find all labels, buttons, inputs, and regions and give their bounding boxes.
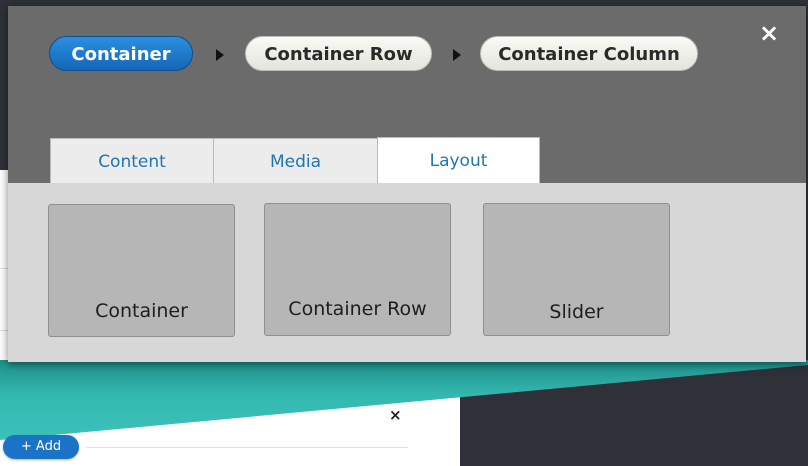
close-icon[interactable]: × bbox=[758, 21, 780, 45]
background-divider bbox=[86, 447, 408, 448]
tile-container[interactable]: Container bbox=[48, 204, 235, 337]
triangle-right-icon bbox=[216, 49, 224, 61]
element-picker-modal: Container Container Row Container Column… bbox=[8, 6, 806, 362]
breadcrumb-item-container-row[interactable]: Container Row bbox=[245, 36, 432, 71]
tile-label: Slider bbox=[549, 301, 604, 323]
add-button[interactable]: + Add bbox=[3, 435, 79, 459]
tile-slider[interactable]: Slider bbox=[483, 203, 670, 336]
breadcrumb-item-container[interactable]: Container bbox=[49, 36, 193, 71]
modal-body: Container Container Row Slider bbox=[8, 183, 806, 362]
tile-label: Container Row bbox=[288, 298, 427, 320]
tab-media[interactable]: Media bbox=[213, 138, 378, 184]
tab-layout[interactable]: Layout bbox=[377, 137, 540, 184]
background-close-icon[interactable]: × bbox=[389, 406, 402, 424]
tab-content[interactable]: Content bbox=[50, 138, 214, 184]
modal-header: Container Container Row Container Column… bbox=[8, 6, 806, 184]
tile-label: Container bbox=[95, 300, 188, 322]
tile-container-row[interactable]: Container Row bbox=[264, 203, 451, 336]
triangle-right-icon bbox=[453, 49, 461, 61]
breadcrumb-item-container-column[interactable]: Container Column bbox=[480, 36, 698, 71]
